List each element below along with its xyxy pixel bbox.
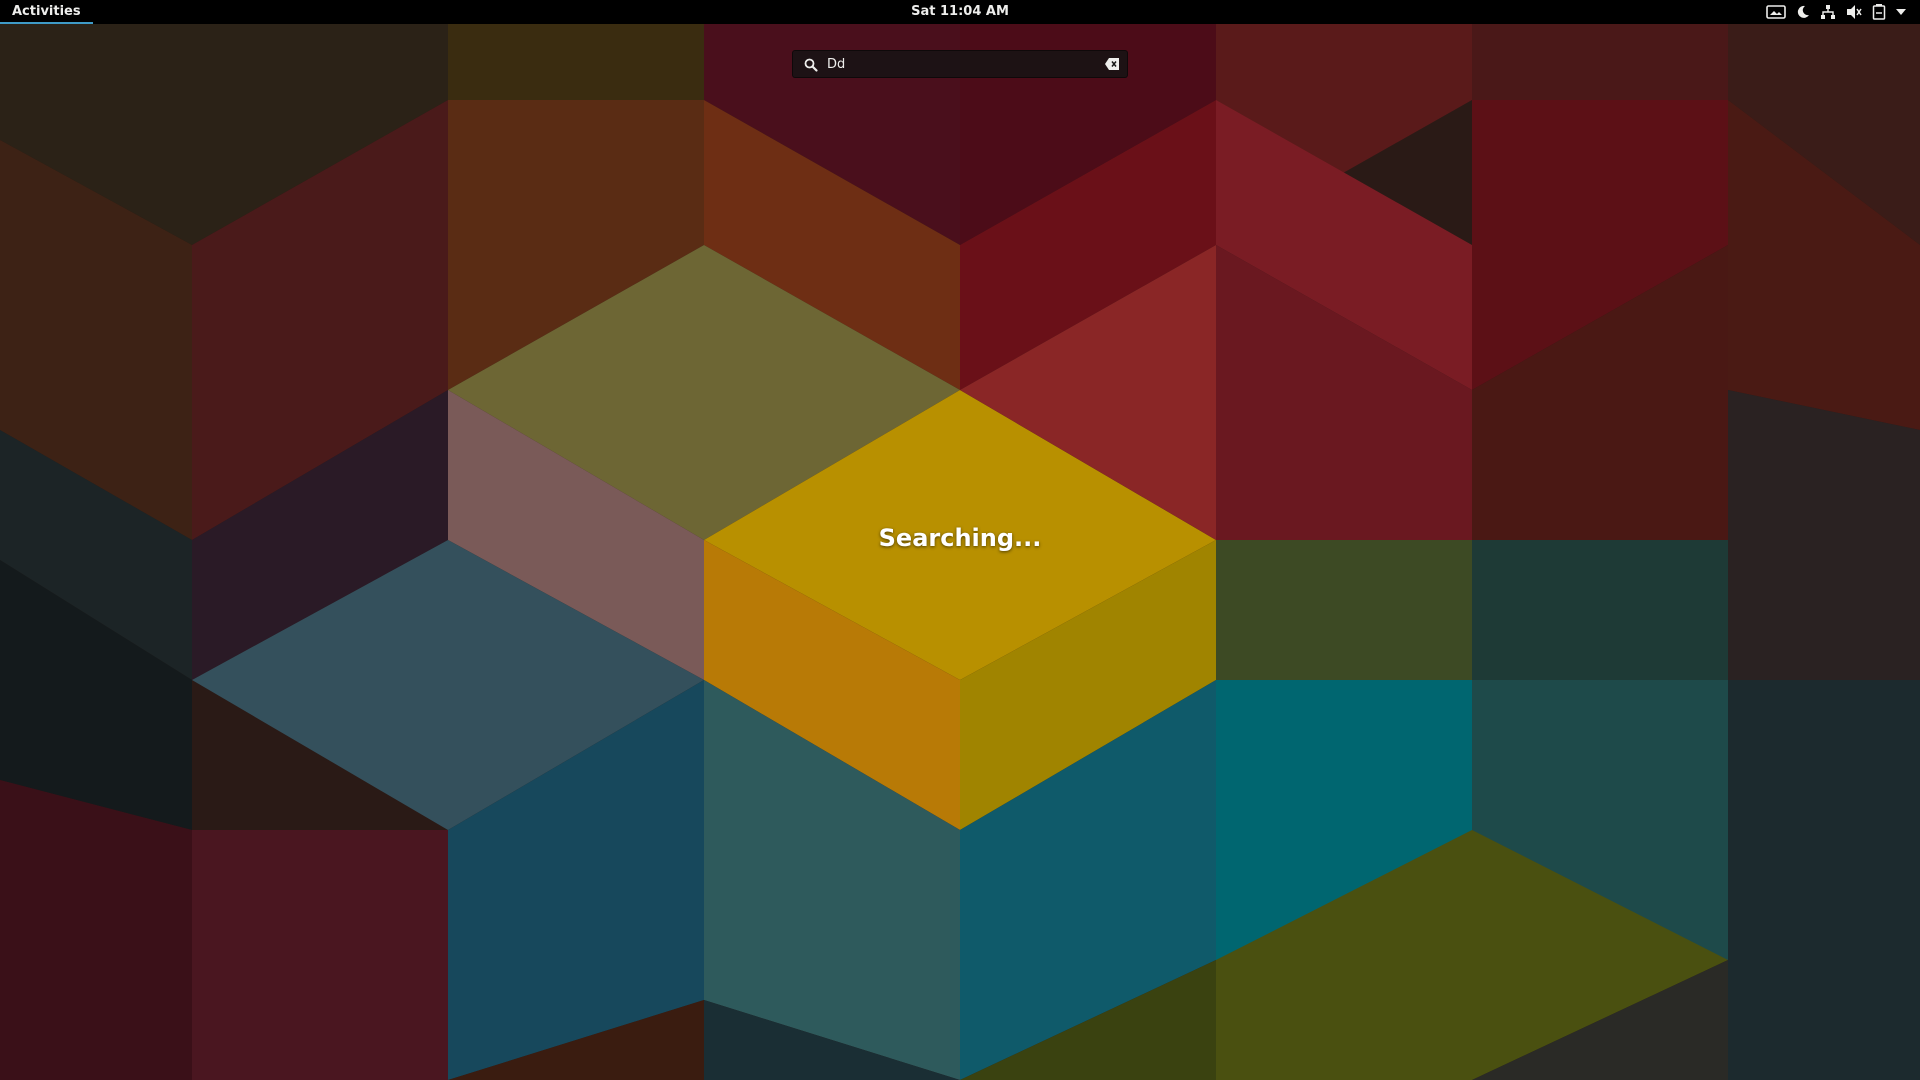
network-icon[interactable] bbox=[1820, 0, 1836, 24]
searching-status-text: Searching... bbox=[878, 524, 1042, 552]
clock-button[interactable]: Sat 11:04 AM bbox=[810, 0, 1110, 24]
battery-icon[interactable] bbox=[1872, 0, 1886, 24]
clear-icon[interactable] bbox=[1105, 58, 1119, 70]
top-panel: Activities Sat 11:04 AM bbox=[0, 0, 1920, 24]
activities-button[interactable]: Activities bbox=[0, 0, 93, 24]
night-light-icon[interactable] bbox=[1796, 0, 1810, 24]
system-tray bbox=[1756, 0, 1906, 24]
system-menu-arrow-icon[interactable] bbox=[1896, 0, 1906, 24]
search-input[interactable] bbox=[827, 54, 1087, 74]
volume-muted-icon[interactable] bbox=[1846, 0, 1862, 24]
screen-icon[interactable] bbox=[1766, 0, 1786, 24]
search-box bbox=[792, 50, 1128, 78]
search-icon bbox=[804, 58, 818, 72]
